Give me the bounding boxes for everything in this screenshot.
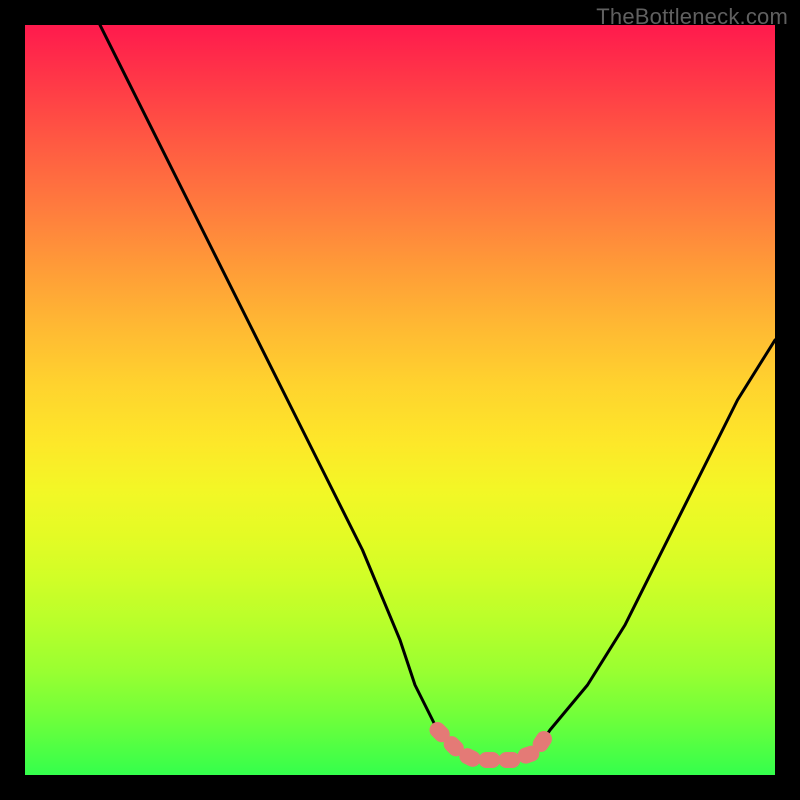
curve-svg (25, 25, 775, 775)
highlight-segment-path (438, 730, 551, 760)
chart-stage: TheBottleneck.com (0, 0, 800, 800)
bottleneck-curve-path (100, 25, 775, 760)
plot-area (25, 25, 775, 775)
